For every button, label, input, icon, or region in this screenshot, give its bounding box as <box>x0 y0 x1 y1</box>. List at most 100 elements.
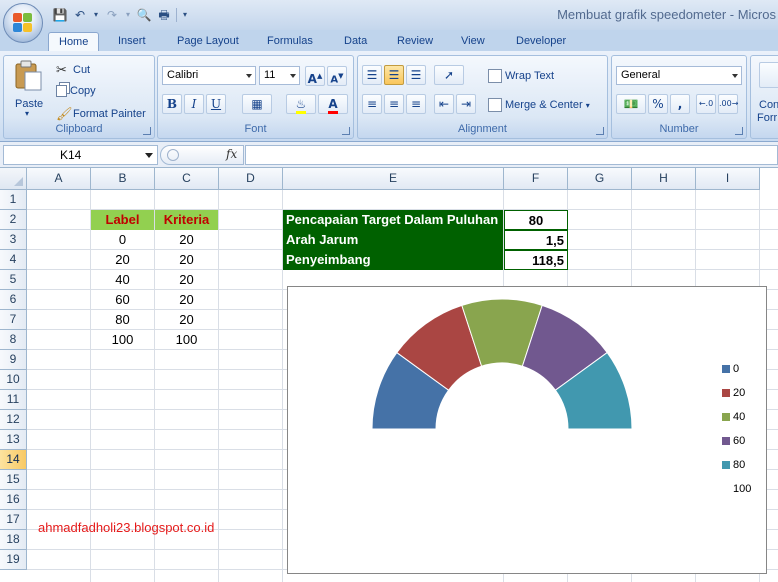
column-header-d[interactable]: D <box>219 168 283 190</box>
increase-decimal-button[interactable]: ←.0 <box>696 94 716 114</box>
middle-align-button[interactable]: ☰ <box>384 65 404 85</box>
legend-item-60[interactable]: 60 <box>722 435 745 447</box>
bottom-align-button[interactable]: ☰ <box>406 65 426 85</box>
redo-icon[interactable]: ↷ <box>104 7 120 23</box>
cut-button[interactable]: ✂ Cut <box>56 63 90 77</box>
row-header-11[interactable]: 11 <box>0 390 27 410</box>
row-header-5[interactable]: 5 <box>0 270 27 290</box>
insert-function-icon[interactable]: fx <box>226 147 237 161</box>
legend-item-40[interactable]: 40 <box>722 411 745 423</box>
info-label-penyeimbang[interactable]: Penyeimbang <box>283 250 503 270</box>
wrap-text-button[interactable]: Wrap Text <box>488 69 554 83</box>
table-cell-kriteria[interactable]: 20 <box>155 230 218 250</box>
column-header-a[interactable]: A <box>27 168 91 190</box>
table-cell-label[interactable]: 0 <box>91 230 154 250</box>
row-header-8[interactable]: 8 <box>0 330 27 350</box>
print-icon[interactable]: 🖶 <box>156 7 172 23</box>
row-header-2[interactable]: 2 <box>0 210 27 230</box>
row-header-10[interactable]: 10 <box>0 370 27 390</box>
tab-developer[interactable]: Developer <box>506 32 576 52</box>
tab-insert[interactable]: Insert <box>108 32 156 52</box>
underline-button[interactable]: U <box>206 94 226 114</box>
number-launcher-icon[interactable] <box>735 127 743 135</box>
info-label-arah-jarum[interactable]: Arah Jarum <box>283 230 503 250</box>
info-value-arah-jarum[interactable]: 1,5 <box>504 230 568 250</box>
column-header-h[interactable]: H <box>632 168 696 190</box>
align-right-button[interactable]: ≡ <box>406 94 426 114</box>
tab-review[interactable]: Review <box>387 32 443 52</box>
fill-color-button[interactable]: ♨ <box>286 94 316 114</box>
legend-item-0[interactable]: 0 <box>722 363 739 375</box>
shrink-font-button[interactable]: A▼ <box>327 66 347 86</box>
borders-button[interactable]: ▦ <box>242 94 272 114</box>
table-cell-kriteria[interactable]: 20 <box>155 310 218 330</box>
column-header-e[interactable]: E <box>283 168 504 190</box>
alignment-launcher-icon[interactable] <box>596 127 604 135</box>
accounting-format-button[interactable]: 💵 <box>616 94 646 114</box>
font-size-combo[interactable]: 11 <box>259 66 300 85</box>
save-icon[interactable]: 💾 <box>52 7 68 23</box>
top-align-button[interactable]: ☰ <box>362 65 382 85</box>
paste-button[interactable]: Paste ▾ <box>8 60 46 118</box>
bold-button[interactable]: B <box>162 94 182 114</box>
column-header-b[interactable]: B <box>91 168 155 190</box>
row-header-16[interactable]: 16 <box>0 490 27 510</box>
font-launcher-icon[interactable] <box>342 127 350 135</box>
doughnut-chart[interactable]: 0 20 40 60 80 100 <box>287 286 767 574</box>
table-cell-label[interactable]: 60 <box>91 290 154 310</box>
name-box-dropdown-icon[interactable] <box>145 153 153 158</box>
merge-center-button[interactable]: Merge & Center ▾ <box>488 98 590 112</box>
office-button[interactable] <box>3 3 43 43</box>
align-center-button[interactable]: ≡ <box>384 94 404 114</box>
conditional-formatting-icon[interactable] <box>759 62 778 88</box>
tab-formulas[interactable]: Formulas <box>257 32 323 52</box>
format-painter-button[interactable]: 🖌Format Painter <box>56 107 146 121</box>
table-cell-label[interactable]: 100 <box>91 330 154 350</box>
undo-icon[interactable]: ↶ <box>72 7 88 23</box>
customize-qat-icon[interactable]: ▾ <box>181 7 189 23</box>
orientation-button[interactable]: ➚ <box>434 65 464 85</box>
increase-indent-button[interactable]: ⇥ <box>456 94 476 114</box>
row-header-6[interactable]: 6 <box>0 290 27 310</box>
legend-item-100[interactable]: 100 <box>722 483 751 495</box>
number-format-combo[interactable]: General <box>616 66 742 85</box>
comma-style-button[interactable]: , <box>670 94 690 114</box>
table-cell-kriteria[interactable]: 20 <box>155 250 218 270</box>
row-header-12[interactable]: 12 <box>0 410 27 430</box>
table-cell-label[interactable]: 80 <box>91 310 154 330</box>
undo-dropdown-icon[interactable]: ▾ <box>92 7 100 23</box>
column-header-g[interactable]: G <box>568 168 632 190</box>
percent-style-button[interactable]: % <box>648 94 668 114</box>
doughnut-slice-100[interactable] <box>371 428 633 560</box>
font-color-button[interactable]: A <box>318 94 348 114</box>
table-cell-label[interactable]: 20 <box>91 250 154 270</box>
row-header-9[interactable]: 9 <box>0 350 27 370</box>
row-header-19[interactable]: 19 <box>0 550 27 570</box>
align-left-button[interactable]: ≡ <box>362 94 382 114</box>
print-preview-icon[interactable]: 🔍 <box>136 7 152 23</box>
info-value-target[interactable]: 80 <box>504 210 568 230</box>
header-label[interactable]: Label <box>91 210 154 230</box>
formula-input[interactable] <box>245 145 778 165</box>
tab-page-layout[interactable]: Page Layout <box>167 32 249 52</box>
column-header-i[interactable]: I <box>696 168 760 190</box>
name-box[interactable]: K14 <box>3 145 158 165</box>
select-all-button[interactable] <box>0 168 27 190</box>
row-header-4[interactable]: 4 <box>0 250 27 270</box>
grow-font-button[interactable]: A▲ <box>305 66 325 86</box>
row-header-15[interactable]: 15 <box>0 470 27 490</box>
copy-button[interactable]: Copy <box>56 85 96 98</box>
row-header-17[interactable]: 17 <box>0 510 27 530</box>
decrease-indent-button[interactable]: ⇤ <box>434 94 454 114</box>
expand-handle-icon[interactable] <box>167 149 179 161</box>
column-header-f[interactable]: F <box>504 168 568 190</box>
redo-dropdown-icon[interactable]: ▾ <box>124 7 132 23</box>
row-header-13[interactable]: 13 <box>0 430 27 450</box>
row-header-14[interactable]: 14 <box>0 450 27 470</box>
row-header-3[interactable]: 3 <box>0 230 27 250</box>
legend-item-80[interactable]: 80 <box>722 459 745 471</box>
header-kriteria[interactable]: Kriteria <box>155 210 218 230</box>
row-header-7[interactable]: 7 <box>0 310 27 330</box>
column-header-c[interactable]: C <box>155 168 219 190</box>
info-label-target[interactable]: Pencapaian Target Dalam Puluhan <box>283 210 503 230</box>
